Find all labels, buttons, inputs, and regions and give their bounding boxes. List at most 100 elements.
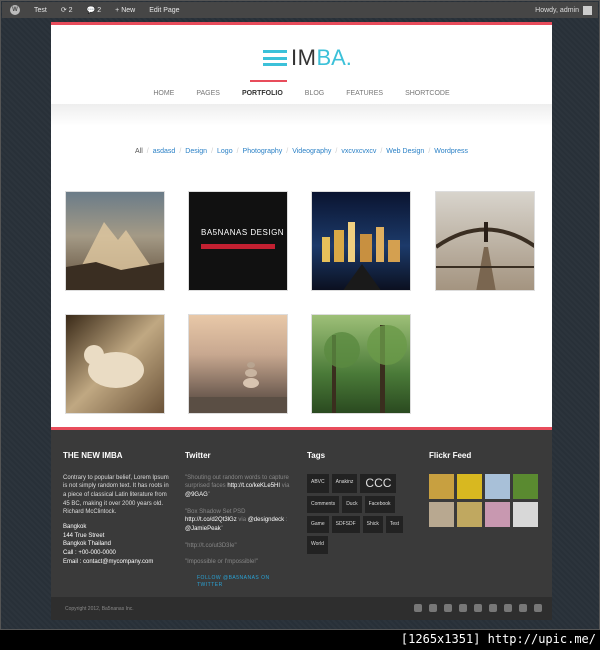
flickr-photo[interactable] bbox=[513, 473, 538, 499]
filter-all[interactable]: All bbox=[135, 148, 143, 155]
nav-pages[interactable]: PAGES bbox=[196, 90, 220, 97]
flickr-photo[interactable] bbox=[429, 501, 454, 527]
avatar bbox=[583, 5, 592, 15]
filter-logo[interactable]: Logo bbox=[217, 148, 233, 155]
greeting: Howdy, admin bbox=[535, 6, 579, 14]
rss-icon[interactable] bbox=[459, 604, 467, 612]
flickr-photo[interactable] bbox=[485, 473, 510, 499]
address-line: Bangkok bbox=[63, 524, 87, 531]
nav-features[interactable]: FEATURES bbox=[346, 90, 383, 97]
email: Email : contact@mycompany.com bbox=[63, 558, 154, 565]
footer-tags: Tags ABVC Anakinz CCC Comments Duck Face… bbox=[307, 450, 422, 557]
bridge-image bbox=[436, 222, 534, 290]
stones-image bbox=[189, 362, 287, 413]
portfolio-item-city-night[interactable] bbox=[311, 191, 411, 291]
tweet-link[interactable]: http://t.co/keKLe5HI bbox=[227, 483, 280, 489]
site-logo[interactable]: IM BA. bbox=[263, 45, 352, 71]
tag[interactable]: SDFSDF bbox=[331, 516, 360, 534]
address-line: 144 True Street bbox=[63, 532, 105, 539]
filter-web-design[interactable]: Web Design bbox=[386, 148, 424, 155]
footer-twitter: Twitter "Shouting out random words to ca… bbox=[185, 450, 295, 590]
top-accent-line bbox=[51, 22, 552, 25]
footer-about: THE NEW IMBA Contrary to popular belief,… bbox=[63, 450, 173, 566]
main-nav: HOME PAGES PORTFOLIO BLOG FEATURES SHORT… bbox=[51, 90, 552, 97]
tag[interactable]: Game bbox=[307, 516, 329, 534]
tag[interactable]: Anakinz bbox=[331, 473, 358, 493]
skype-icon[interactable] bbox=[519, 604, 527, 612]
youtube-icon[interactable] bbox=[489, 604, 497, 612]
admin-bar: W Test ⟳ 2 💬 2 + New Edit Page Howdy, ad… bbox=[2, 2, 598, 18]
tweet: "Box Shadow Set PSD http://t.co/d2Qt3lGz… bbox=[185, 508, 288, 533]
flickr-icon[interactable] bbox=[444, 604, 452, 612]
portfolio-item-sepia-animal[interactable] bbox=[65, 314, 165, 414]
tweet: "Impossible or I'mpossible!" bbox=[185, 559, 259, 566]
filter-separator: / bbox=[380, 148, 383, 155]
flickr-photo[interactable] bbox=[457, 501, 482, 527]
tag[interactable]: ABVC bbox=[307, 473, 329, 493]
comments-link[interactable]: 💬 2 bbox=[87, 6, 102, 15]
footer-about-text: Contrary to popular belief, Lorem Ipsum … bbox=[63, 474, 169, 516]
account-menu[interactable]: Howdy, admin bbox=[535, 5, 592, 15]
edit-page-link[interactable]: Edit Page bbox=[149, 7, 179, 14]
twitter-icon[interactable] bbox=[429, 604, 437, 612]
tag[interactable]: Facebook bbox=[364, 495, 395, 514]
tag[interactable]: Comments bbox=[307, 495, 340, 514]
animal-image bbox=[84, 345, 144, 388]
tag[interactable]: Duck bbox=[342, 495, 362, 514]
image-caption: [1265x1351] http://upic.me/ bbox=[400, 632, 596, 646]
social-links bbox=[407, 604, 542, 612]
nav-shadow bbox=[51, 104, 552, 126]
flickr-photo[interactable] bbox=[485, 501, 510, 527]
footer: THE NEW IMBA Contrary to popular belief,… bbox=[51, 427, 552, 597]
flickr-photo[interactable] bbox=[513, 501, 538, 527]
wordpress-logo-icon[interactable]: W bbox=[10, 5, 20, 15]
filter-vxcvxcvxcv[interactable]: vxcvxcvxcv bbox=[341, 148, 376, 155]
portfolio-item-forest[interactable] bbox=[311, 314, 411, 414]
portfolio-item-stones-beach[interactable] bbox=[188, 314, 288, 414]
design-red-bar bbox=[201, 244, 275, 249]
active-nav-indicator bbox=[250, 80, 287, 82]
nav-home[interactable]: HOME bbox=[153, 90, 174, 97]
portfolio-item-bridge[interactable] bbox=[435, 191, 535, 291]
tags-title: Tags bbox=[307, 451, 326, 460]
nav-shortcode[interactable]: SHORTCODE bbox=[405, 90, 450, 97]
filter-videography[interactable]: Videography bbox=[292, 148, 331, 155]
tag[interactable]: World bbox=[307, 536, 328, 554]
filter-asdasd[interactable]: asdasd bbox=[153, 148, 176, 155]
flickr-photo[interactable] bbox=[457, 473, 482, 499]
browser-frame: W Test ⟳ 2 💬 2 + New Edit Page Howdy, ad… bbox=[0, 0, 600, 630]
dribbble-icon[interactable] bbox=[534, 604, 542, 612]
footer-bottom: Copyright 2012, Ba5nanas Inc. bbox=[51, 597, 552, 620]
nav-portfolio[interactable]: PORTFOLIO bbox=[242, 90, 283, 97]
tweet-link[interactable]: http://t.co/d2Qt3lGz bbox=[185, 517, 237, 523]
updates-link[interactable]: ⟳ 2 bbox=[60, 6, 73, 15]
tag[interactable]: Test bbox=[385, 516, 404, 534]
flickr-photo[interactable] bbox=[429, 473, 454, 499]
logo-text-part1: IM bbox=[291, 45, 317, 70]
new-link[interactable]: + New bbox=[115, 7, 135, 14]
admin-bar-site[interactable]: Test bbox=[34, 7, 47, 14]
portfolio-item-ba5nanas-design[interactable]: BA5NANAS DESIGN bbox=[188, 191, 288, 291]
portfolio-item-mountain[interactable] bbox=[65, 191, 165, 291]
filter-wordpress[interactable]: Wordpress bbox=[434, 148, 468, 155]
page-content: IM BA. HOME PAGES PORTFOLIO BLOG FEATURES… bbox=[51, 22, 552, 427]
tag[interactable]: Shick bbox=[362, 516, 383, 534]
facebook-icon[interactable] bbox=[414, 604, 422, 612]
tag-cloud: ABVC Anakinz CCC Comments Duck Facebook … bbox=[307, 473, 417, 557]
linkedin-icon[interactable] bbox=[474, 604, 482, 612]
filter-photography[interactable]: Photography bbox=[243, 148, 283, 155]
refresh-icon: ⟳ bbox=[60, 7, 69, 14]
tweet: "Shouting out random words to capture su… bbox=[185, 474, 290, 498]
tweet-mention[interactable]: @9GAG bbox=[185, 492, 208, 498]
tag[interactable]: CCC bbox=[360, 473, 397, 493]
copyright: Copyright 2012, Ba5nanas Inc. bbox=[65, 606, 134, 612]
vimeo-icon[interactable] bbox=[504, 604, 512, 612]
follow-twitter-link[interactable]: FOLLOW @BA5NANAS ON TWITTER bbox=[197, 575, 295, 590]
filter-design[interactable]: Design bbox=[185, 148, 207, 155]
city-image bbox=[322, 222, 400, 290]
flickr-grid bbox=[429, 473, 544, 527]
tweet-mention[interactable]: @JamiePeak bbox=[185, 526, 221, 532]
tweet-mention[interactable]: @designdeck bbox=[248, 517, 284, 523]
filter-separator: / bbox=[211, 148, 214, 155]
nav-blog[interactable]: BLOG bbox=[305, 90, 324, 97]
